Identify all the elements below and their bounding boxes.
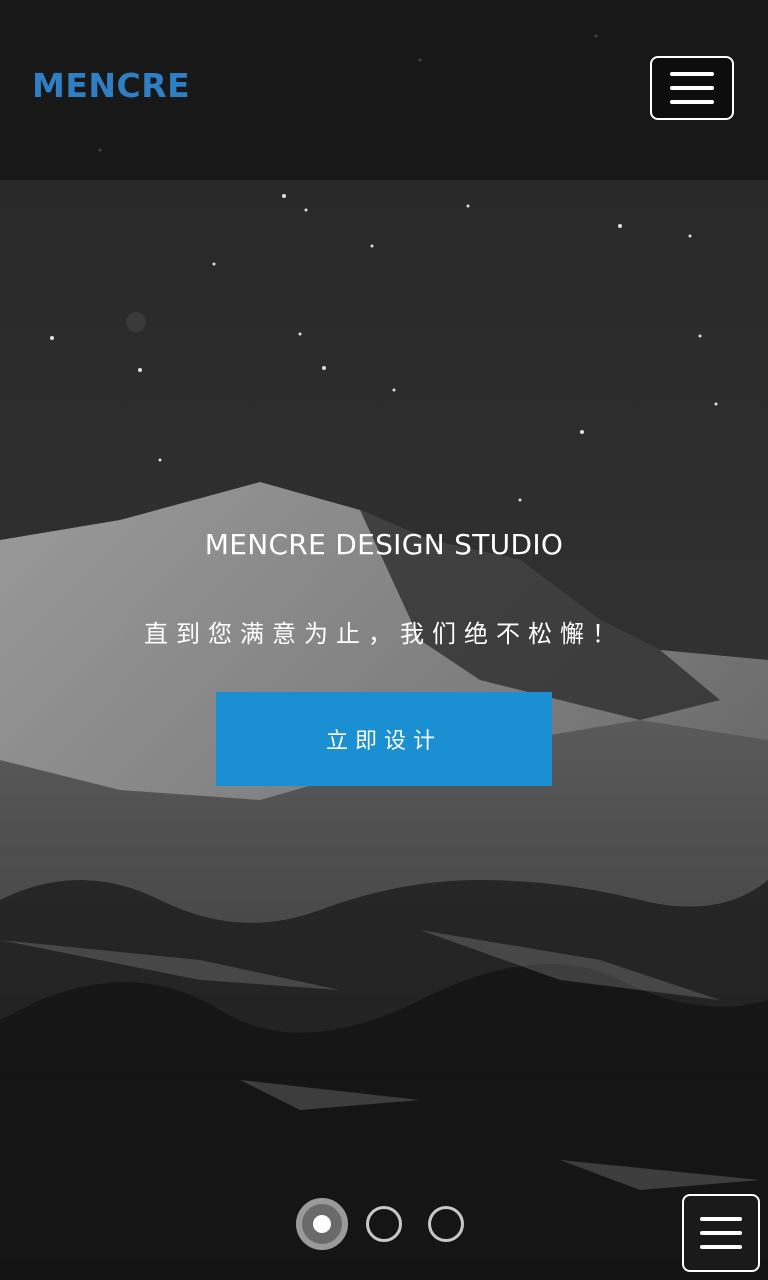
- brand-logo[interactable]: MENCRE: [32, 66, 190, 105]
- hamburger-menu-icon: [670, 72, 714, 76]
- menu-button[interactable]: [650, 56, 734, 120]
- hamburger-menu-icon: [700, 1217, 742, 1221]
- site-header: MENCRE: [0, 0, 768, 180]
- carousel-pagination: [0, 1198, 768, 1250]
- carousel-dot-1[interactable]: [296, 1198, 348, 1250]
- carousel-dot-2[interactable]: [366, 1206, 402, 1242]
- hero-title: MENCRE DESIGN STUDIO: [204, 528, 564, 561]
- hamburger-menu-icon: [670, 100, 714, 104]
- hamburger-menu-icon: [700, 1231, 742, 1235]
- design-now-button[interactable]: 立即设计: [216, 692, 552, 786]
- hamburger-menu-icon: [670, 86, 714, 90]
- hero-subtitle: 直到您满意为止，我们绝不松懈！: [144, 620, 624, 648]
- floating-menu-button[interactable]: [682, 1194, 760, 1272]
- screen: MENCRE MENCRE DESIGN STUDIO 直到您满意为止，我们绝不…: [0, 0, 768, 1280]
- carousel-dot-3[interactable]: [428, 1206, 464, 1242]
- hamburger-menu-icon: [700, 1245, 742, 1249]
